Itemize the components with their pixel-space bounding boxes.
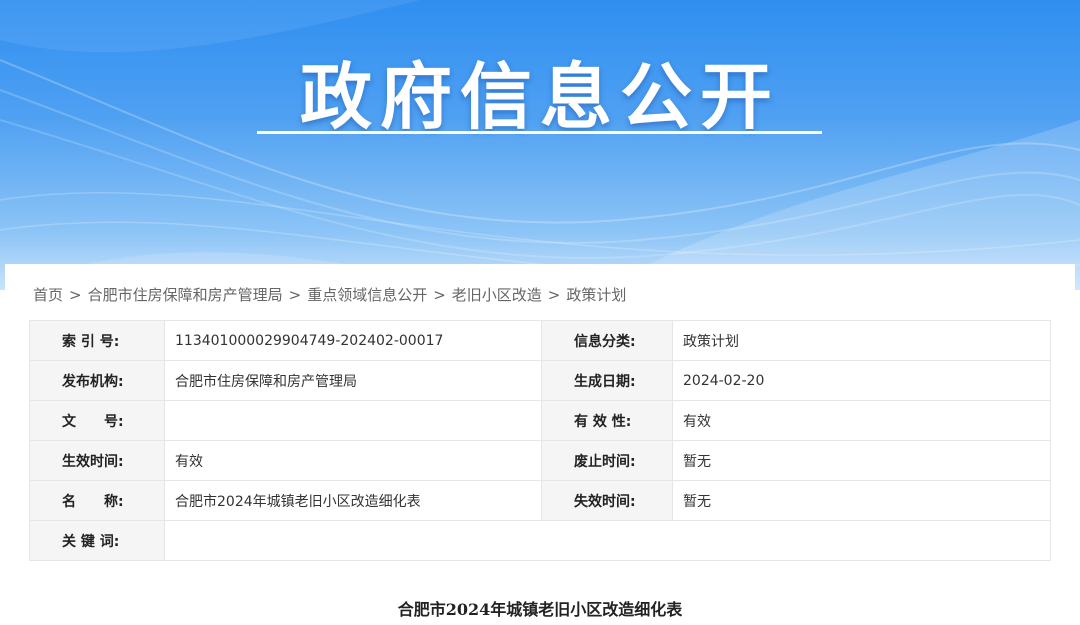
breadcrumb-old-community-link[interactable]: 老旧小区改造 bbox=[452, 284, 542, 305]
banner-underline bbox=[257, 131, 822, 134]
expire-time-label: 失效时间: bbox=[541, 480, 673, 521]
publisher-value: 合肥市住房保障和房产管理局 bbox=[164, 360, 542, 401]
name-value: 合肥市2024年城镇老旧小区改造细化表 bbox=[164, 480, 542, 521]
info-metadata-table: 索 引 号: 113401000029904749-202402-00017 信… bbox=[29, 320, 1051, 561]
breadcrumb-separator: > bbox=[547, 285, 561, 304]
table-row: 名 称: 合肥市2024年城镇老旧小区改造细化表 失效时间: 暂无 bbox=[29, 480, 1051, 521]
expire-time-value: 暂无 bbox=[672, 480, 1051, 521]
document-number-label: 文 号: bbox=[29, 400, 165, 441]
header-banner: 政府信息公开 bbox=[0, 0, 1080, 290]
index-number-label: 索 引 号: bbox=[29, 320, 165, 361]
breadcrumb-separator: > bbox=[69, 285, 82, 304]
category-value: 政策计划 bbox=[672, 320, 1051, 361]
effective-time-value: 有效 bbox=[164, 440, 542, 481]
index-number-value: 113401000029904749-202402-00017 bbox=[164, 320, 542, 361]
breadcrumb-policy-plan-link[interactable]: 政策计划 bbox=[566, 284, 626, 305]
document-number-value bbox=[164, 400, 542, 441]
main-content: 首页 > 合肥市住房保障和房产管理局 > 重点领域信息公开 > 老旧小区改造 >… bbox=[5, 264, 1075, 625]
breadcrumb-bureau-link[interactable]: 合肥市住房保障和房产管理局 bbox=[88, 284, 283, 305]
table-row: 文 号: 有 效 性: 有效 bbox=[29, 400, 1051, 441]
keywords-value bbox=[164, 520, 1051, 561]
validity-label: 有 效 性: bbox=[541, 400, 673, 441]
table-row: 生效时间: 有效 废止时间: 暂无 bbox=[29, 440, 1051, 481]
document-title: 合肥市2024年城镇老旧小区改造细化表 bbox=[397, 600, 683, 619]
banner-title: 政府信息公开 bbox=[299, 55, 780, 139]
validity-value: 有效 bbox=[672, 400, 1051, 441]
category-label: 信息分类: bbox=[541, 320, 673, 361]
abolish-time-value: 暂无 bbox=[672, 440, 1051, 481]
abolish-time-label: 废止时间: bbox=[541, 440, 673, 481]
breadcrumb-home-link[interactable]: 首页 bbox=[33, 284, 63, 305]
breadcrumb: 首页 > 合肥市住房保障和房产管理局 > 重点领域信息公开 > 老旧小区改造 >… bbox=[33, 284, 626, 305]
breadcrumb-key-areas-link[interactable]: 重点领域信息公开 bbox=[307, 284, 427, 305]
name-label: 名 称: bbox=[29, 480, 165, 521]
generated-date-value: 2024-02-20 bbox=[672, 360, 1051, 401]
table-row: 关 键 词: bbox=[29, 520, 1051, 561]
generated-date-label: 生成日期: bbox=[541, 360, 673, 401]
keywords-label: 关 键 词: bbox=[29, 520, 165, 561]
publisher-label: 发布机构: bbox=[29, 360, 165, 401]
table-row: 索 引 号: 113401000029904749-202402-00017 信… bbox=[29, 320, 1051, 361]
effective-time-label: 生效时间: bbox=[29, 440, 165, 481]
breadcrumb-separator: > bbox=[433, 285, 446, 304]
table-row: 发布机构: 合肥市住房保障和房产管理局 生成日期: 2024-02-20 bbox=[29, 360, 1051, 401]
breadcrumb-separator: > bbox=[288, 285, 302, 304]
